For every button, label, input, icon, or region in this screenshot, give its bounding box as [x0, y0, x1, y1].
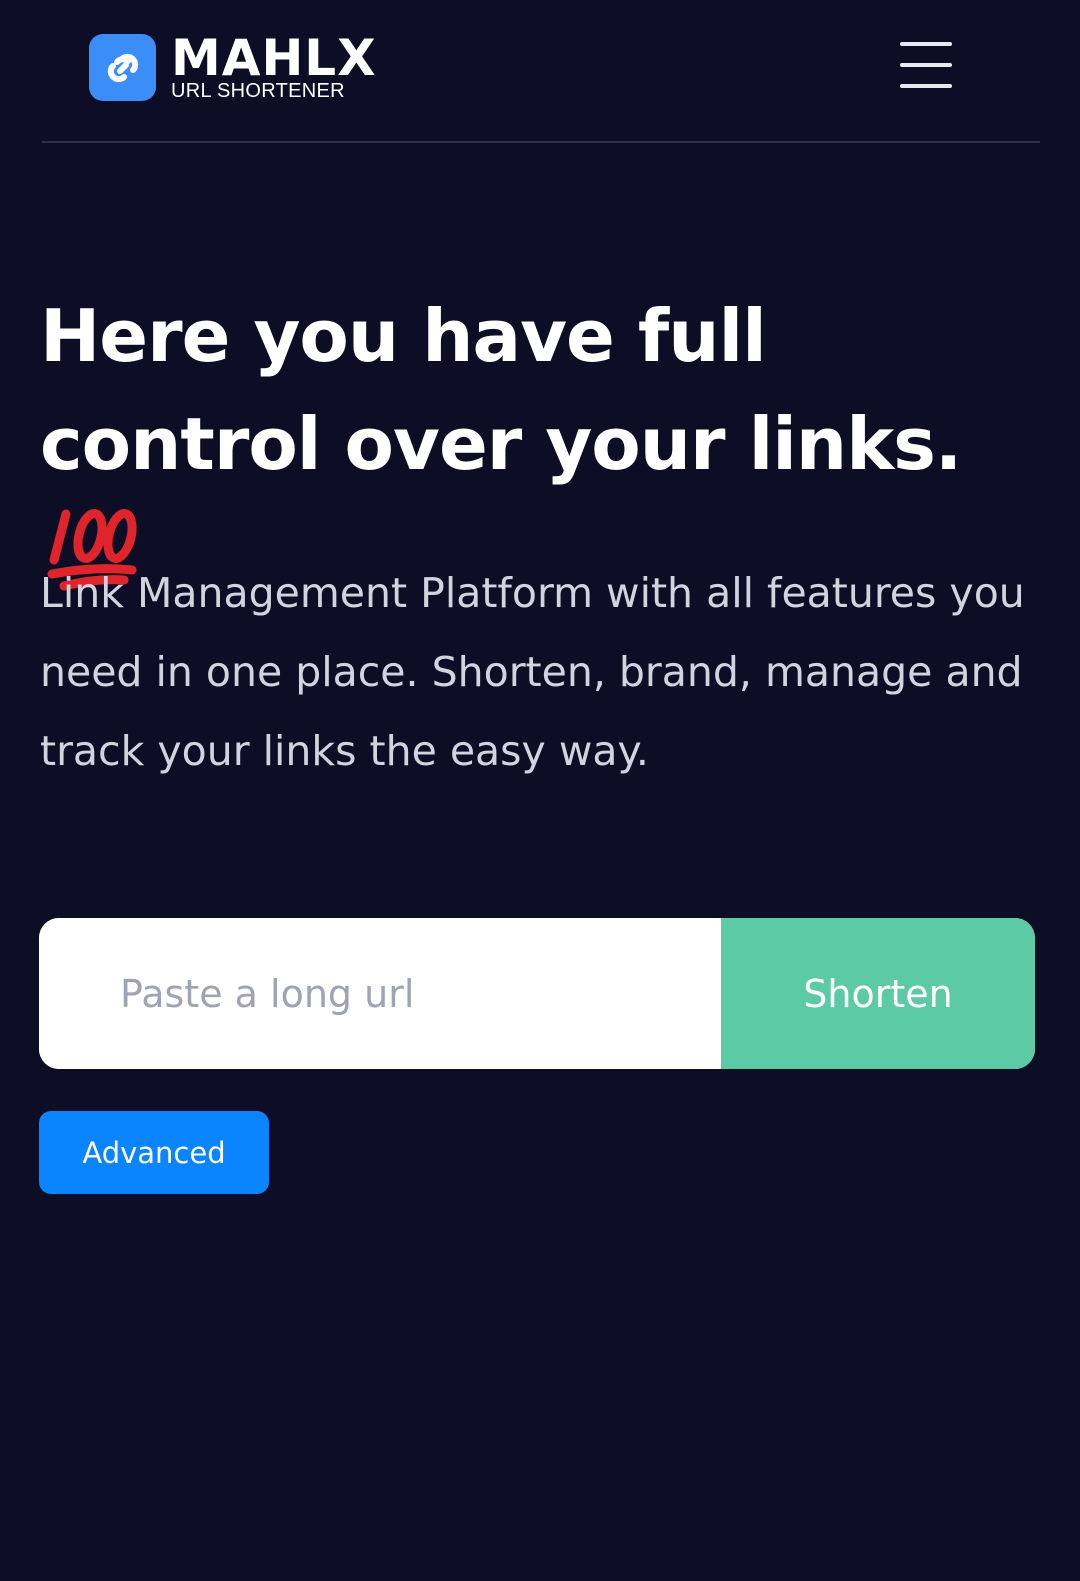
site-header: MAHLX URL SHORTENER — [42, 0, 1040, 143]
shorten-form: Shorten — [39, 918, 1035, 1069]
brand-tagline: URL SHORTENER — [171, 79, 345, 102]
advanced-button[interactable]: Advanced — [39, 1111, 269, 1194]
link-icon — [89, 34, 156, 101]
brand-logo[interactable]: MAHLX URL SHORTENER — [89, 28, 377, 102]
brand-name: MAHLX — [171, 28, 377, 87]
url-input[interactable] — [39, 918, 721, 1069]
headline-text: Here you have full control over your lin… — [40, 294, 962, 486]
hero-description: Link Management Platform with all featur… — [40, 569, 1025, 775]
hamburger-menu-icon[interactable] — [900, 42, 952, 88]
shorten-button[interactable]: Shorten — [721, 918, 1035, 1069]
